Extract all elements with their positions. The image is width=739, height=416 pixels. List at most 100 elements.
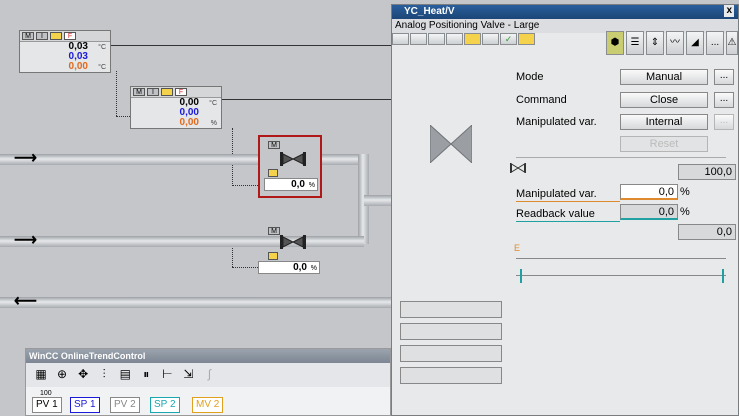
mv-number: 0,00 (68, 61, 88, 72)
signal-line (232, 185, 260, 186)
setpoint-field: 100,0 (678, 164, 736, 180)
move-icon[interactable]: ✥ (75, 366, 91, 382)
internal-badge: I (147, 88, 159, 96)
valve-small-icon (510, 163, 526, 173)
hand-icon[interactable] (518, 33, 535, 45)
valve-symbol-icon (430, 125, 472, 163)
internal-badge: I (36, 32, 48, 40)
signal-line (232, 267, 258, 268)
pipe (364, 195, 391, 206)
signal-line (232, 245, 233, 267)
pipe (0, 297, 391, 308)
command-label: Command (516, 94, 567, 106)
ramp-view-icon[interactable]: ◢ (686, 31, 704, 55)
signal-line (116, 116, 130, 117)
valve-1-frame[interactable]: M 0,0 % (258, 135, 322, 198)
trend-button-pv1[interactable]: PV 1 (32, 397, 62, 413)
mv-source-dots-button[interactable]: ... (714, 114, 734, 130)
valve-1-value: 0,0 (291, 179, 305, 190)
fault-badge: F (175, 88, 187, 96)
check-icon[interactable]: ✓ (500, 33, 517, 45)
signal-line (116, 71, 117, 116)
trend-toolbar: ▦ ⊕ ✥ ⫶ ▤ ⏸ ⊢ ⇲ ∫ (26, 363, 390, 387)
stats-icon[interactable]: ∫ (202, 366, 218, 382)
mv-underline (516, 201, 620, 202)
mv-unit: % (680, 186, 690, 198)
tab-empty[interactable] (410, 33, 427, 45)
pause-icon[interactable]: ⏸ (138, 366, 154, 382)
valve-manual-badge: M (268, 227, 280, 235)
export-icon[interactable]: ⇲ (180, 366, 196, 382)
scale-bar (516, 258, 726, 276)
command-button[interactable]: Close (620, 92, 708, 108)
faceplate-title: YC_Heat/V (404, 6, 455, 17)
mv-number: 0,00 (179, 117, 199, 128)
parameter-view-icon[interactable]: ☰ (626, 31, 644, 55)
mv-value: 0,00% (131, 118, 221, 128)
trend-button-mv2[interactable]: MV 2 (192, 397, 224, 413)
hand-icon (268, 252, 278, 260)
standard-view-icon[interactable]: ⬢ (606, 31, 624, 55)
zoom-icon[interactable]: ⊕ (54, 366, 70, 382)
mv-field[interactable]: 0,0 (620, 184, 678, 200)
ruler-icon[interactable]: ⊢ (159, 366, 175, 382)
table-icon[interactable]: ▤ (117, 366, 133, 382)
faceplate-titlebar[interactable]: YC_Heat/V x (392, 5, 738, 19)
flow-arrow-left-icon: ⟵ (14, 293, 37, 310)
more-icon[interactable]: ... (706, 31, 724, 55)
mv-source-button[interactable]: Internal (620, 114, 708, 130)
mode-dots-button[interactable]: ... (714, 69, 734, 85)
axis-icon[interactable]: ⫶ (96, 366, 112, 382)
flow-arrow-right-icon: ⟶ (14, 232, 37, 249)
lock-icon[interactable] (464, 33, 481, 45)
block-value: 0,00 °C (131, 98, 221, 108)
reset-button[interactable]: Reset (620, 136, 708, 152)
alarm-icon[interactable]: ⚠ (726, 31, 738, 55)
divider (516, 157, 726, 158)
fault-badge: F (64, 32, 76, 40)
command-dots-button[interactable]: ... (714, 92, 734, 108)
block-value: 0,03 °C (20, 42, 110, 52)
signal-line (111, 45, 391, 46)
trend-button-sp2[interactable]: SP 2 (150, 397, 180, 413)
scale-marker: E (514, 243, 521, 253)
tab-empty[interactable] (428, 33, 445, 45)
mv-value: 0,00 °C (20, 62, 110, 72)
trend-tick: 100 (40, 390, 52, 397)
limit-view-icon[interactable]: ⇕ (646, 31, 664, 55)
info-box-3 (400, 345, 502, 362)
trend-button-pv2[interactable]: PV 2 (110, 397, 140, 413)
mv-label: Manipulated var. (516, 188, 597, 200)
trend-button-sp1[interactable]: SP 1 (70, 397, 100, 413)
unit: % (310, 265, 317, 272)
manual-badge: M (133, 88, 145, 96)
hand-icon (161, 88, 173, 96)
tab-empty[interactable] (446, 33, 463, 45)
readback-label: Readback value (516, 208, 595, 220)
sp-value: 0,03 (68, 51, 88, 62)
valve-2-readout[interactable]: 0,0 % (258, 261, 320, 274)
close-button[interactable]: x (724, 5, 734, 17)
tab-empty[interactable] (482, 33, 499, 45)
view-tabs: ✓ (392, 33, 535, 45)
valve-2-value: 0,0 (293, 262, 307, 273)
tab-empty[interactable] (392, 33, 409, 45)
readback-underline (516, 221, 620, 222)
online-trend-control[interactable]: WinCC OnlineTrendControl ▦ ⊕ ✥ ⫶ ▤ ⏸ ⊢ ⇲… (25, 348, 391, 416)
faceplate-window: YC_Heat/V x Analog Positioning Valve - L… (391, 4, 739, 416)
hand-icon (268, 169, 278, 177)
sp-value: 0,00 (179, 107, 199, 118)
unit: °C (98, 64, 106, 71)
faceplate-toolbar: ⬢ ☰ ⇕ 〰 ◢ ... ⚠ (606, 31, 738, 55)
controller-block-2[interactable]: M I F 0,00 °C 0,00 0,00% (130, 86, 222, 129)
mode-button[interactable]: Manual (620, 69, 708, 85)
mode-label: Mode (516, 71, 544, 83)
readback-field: 0,0 (620, 204, 678, 220)
controller-block-1[interactable]: M I F 0,03 °C 0,03 0,00 °C (19, 30, 111, 73)
info-box-2 (400, 323, 502, 340)
signal-line (222, 99, 391, 100)
config-icon[interactable]: ▦ (33, 366, 49, 382)
trend-view-icon[interactable]: 〰 (666, 31, 684, 55)
hand-icon (50, 32, 62, 40)
info-box-1 (400, 301, 502, 318)
